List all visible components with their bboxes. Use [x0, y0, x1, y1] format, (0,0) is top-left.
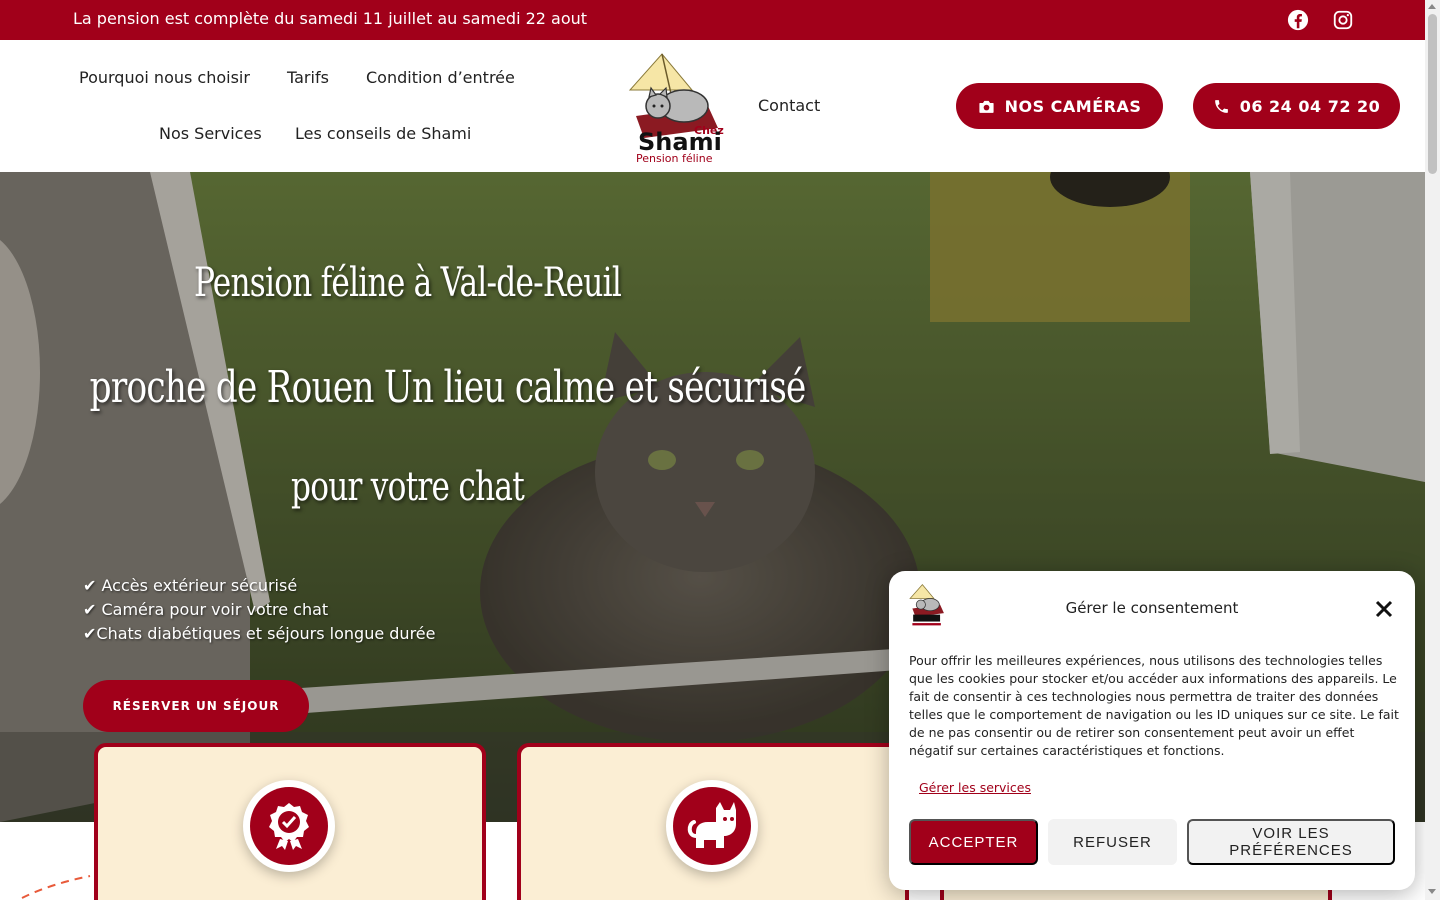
phone-icon	[1214, 99, 1228, 113]
camera-icon	[979, 100, 994, 113]
announcement-bar: La pension est complète du samedi 11 jui…	[0, 0, 1425, 40]
bullet-item: ✔Chats diabétiques et séjours longue dur…	[83, 624, 436, 643]
scroll-down-arrow[interactable]	[1428, 889, 1436, 894]
consent-text: Pour offrir les meilleures expériences, …	[909, 653, 1399, 758]
card-badge	[243, 780, 335, 872]
hero-title-line-1: Pension féline à Val-de-Reuil	[193, 260, 622, 306]
cameras-label: NOS CAMÉRAS	[1004, 96, 1142, 116]
card-badge	[666, 780, 758, 872]
nav-services[interactable]: Nos Services	[159, 124, 262, 143]
facebook-icon[interactable]	[1287, 9, 1309, 31]
consent-dialog: Gérer le consentement Pour offrir les me…	[889, 571, 1415, 890]
page-scrollbar[interactable]	[1425, 0, 1440, 900]
feature-card	[94, 743, 486, 900]
phone-button[interactable]: 06 24 04 72 20	[1193, 83, 1400, 129]
accept-button[interactable]: ACCEPTER	[909, 819, 1038, 865]
bullet-item: ✔ Caméra pour voir votre chat	[83, 600, 329, 619]
nav-conseils[interactable]: Les conseils de Shami	[295, 124, 471, 143]
scroll-up-arrow[interactable]	[1428, 4, 1436, 9]
nav-tarifs[interactable]: Tarifs	[287, 68, 329, 87]
preferences-button[interactable]: VOIR LES PRÉFÉRENCES	[1187, 819, 1395, 865]
consent-title: Gérer le consentement	[1065, 599, 1239, 617]
hero-bullets: ✔ Accès extérieur sécurisé ✔ Caméra pour…	[83, 574, 435, 646]
site-header: Pourquoi nous choisir Tarifs Condition d…	[0, 40, 1425, 172]
scrollbar-thumb[interactable]	[1428, 14, 1437, 174]
bullet-item: ✔ Accès extérieur sécurisé	[83, 576, 298, 595]
refuse-button[interactable]: REFUSER	[1048, 819, 1177, 865]
decorative-dashed-line	[21, 875, 91, 899]
feature-card	[517, 743, 909, 900]
cameras-button[interactable]: NOS CAMÉRAS	[956, 83, 1163, 129]
nav-pourquoi[interactable]: Pourquoi nous choisir	[79, 68, 250, 87]
cat-icon	[687, 802, 736, 848]
nav-condition[interactable]: Condition d’entrée	[366, 68, 515, 87]
reserve-button[interactable]: RÉSERVER UN SÉJOUR	[83, 680, 309, 732]
instagram-icon[interactable]	[1332, 9, 1354, 31]
svg-text:Pension féline: Pension féline	[636, 152, 713, 164]
manage-services-link[interactable]: Gérer les services	[919, 780, 1031, 795]
hero-title-line-3: pour votre chat	[291, 464, 525, 510]
nav-contact[interactable]: Contact	[758, 96, 820, 115]
site-logo[interactable]: Chez Shami Pension féline	[622, 50, 726, 165]
announcement-text: La pension est complète du samedi 11 jui…	[73, 9, 588, 28]
hero-title-line-2: proche de Rouen Un lieu calme et sécuris…	[89, 362, 807, 413]
phone-label: 06 24 04 72 20	[1239, 96, 1381, 116]
close-icon[interactable]	[1374, 599, 1394, 619]
award-badge-icon	[269, 803, 309, 850]
